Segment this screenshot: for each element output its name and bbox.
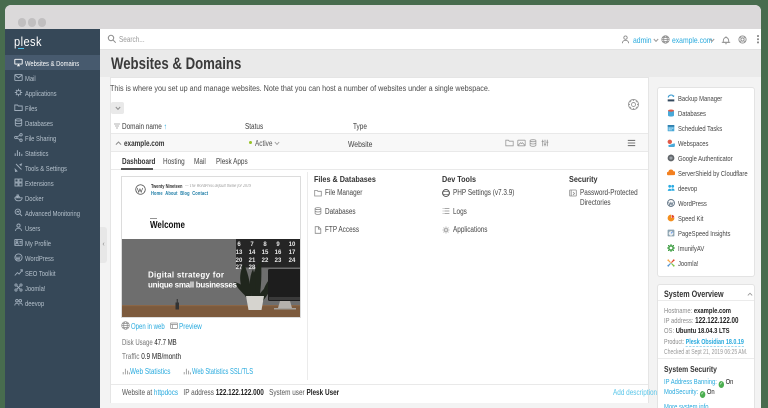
svg-text:17: 17 bbox=[289, 250, 296, 256]
svg-text:23: 23 bbox=[275, 258, 282, 264]
svg-text:10: 10 bbox=[289, 242, 296, 248]
svg-text:14: 14 bbox=[249, 250, 256, 256]
svg-text:15: 15 bbox=[262, 250, 269, 256]
svg-text:Digital strategy for: Digital strategy for bbox=[148, 271, 224, 280]
svg-text:22: 22 bbox=[262, 258, 269, 264]
svg-text:16: 16 bbox=[275, 250, 282, 256]
svg-text:unique small businesses: unique small businesses bbox=[148, 281, 238, 290]
svg-text:13: 13 bbox=[236, 250, 243, 256]
svg-text:20: 20 bbox=[236, 258, 243, 264]
svg-text:21: 21 bbox=[249, 258, 256, 264]
svg-text:24: 24 bbox=[289, 258, 296, 264]
